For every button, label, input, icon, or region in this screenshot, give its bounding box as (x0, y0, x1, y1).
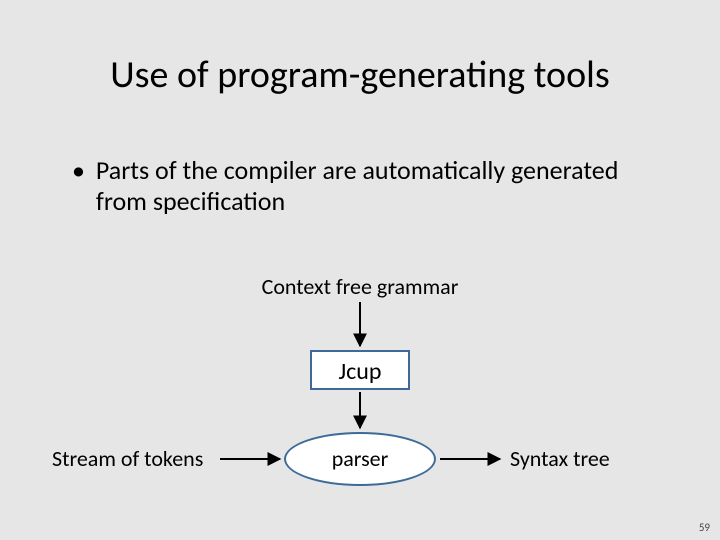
tool-box: Jcup (310, 350, 410, 390)
slide-title: Use of program-generating tools (0, 52, 720, 98)
bullet-item: • Parts of the compiler are automaticall… (72, 155, 672, 217)
input-label: Stream of tokens (52, 445, 203, 472)
output-label: Syntax tree (510, 445, 610, 472)
grammar-label: Context free grammar (0, 273, 720, 300)
bullet-dot: • (72, 155, 90, 186)
bullet-text: Parts of the compiler are automatically … (96, 155, 656, 217)
page-number: 59 (699, 521, 710, 534)
parser-ellipse: parser (284, 432, 436, 486)
